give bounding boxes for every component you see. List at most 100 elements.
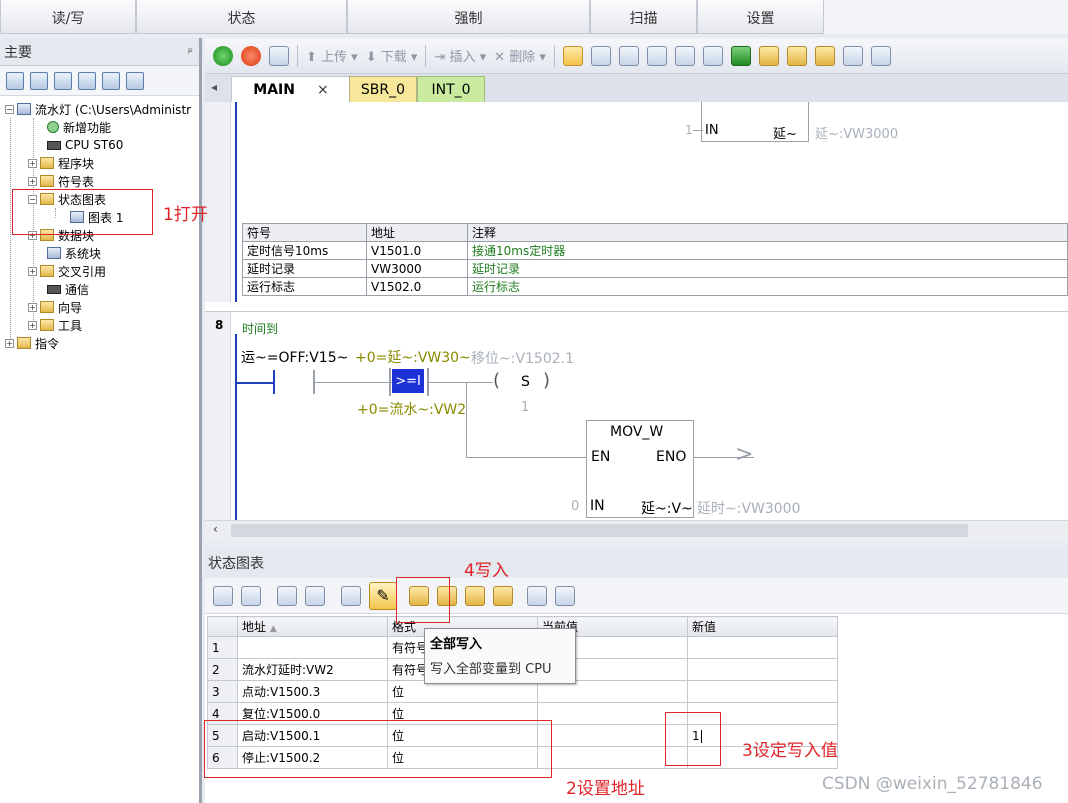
ribbon-tab-label: 读/写	[51, 11, 85, 27]
tab-sbr-0[interactable]: SBR_0	[349, 76, 417, 102]
tree-label: 符号表	[58, 174, 95, 189]
tree-item-program-blocks[interactable]: + 程序块	[28, 154, 94, 172]
coil-ref-label: 移位~:V1502.1	[471, 351, 575, 367]
line-icon[interactable]	[870, 45, 891, 66]
tab-scroll-left-icon[interactable]: ◂	[211, 80, 217, 94]
download-button[interactable]: ⬇ 下载 ▾	[366, 46, 418, 65]
tree-label: 工具	[58, 318, 83, 333]
previous-icon[interactable]	[646, 45, 667, 66]
compare-instruction[interactable]: >=I	[392, 369, 424, 393]
ribbon-tab-settings[interactable]: 设置	[697, 0, 824, 34]
close-icon[interactable]: ×	[317, 82, 329, 98]
run-icon[interactable]	[213, 45, 233, 66]
cpu-icon	[47, 140, 61, 150]
delete-button[interactable]: ✕ 删除 ▾	[494, 46, 546, 65]
lock-icon[interactable]	[758, 45, 779, 66]
download-label: 下载	[380, 50, 407, 65]
tree-root[interactable]: − 流水灯 (C:\Users\Administr	[5, 100, 191, 118]
trend-view-icon[interactable]	[527, 585, 547, 606]
unlock-all-icon[interactable]	[814, 45, 835, 66]
clear-icon[interactable]	[702, 45, 723, 66]
tree-item-cross-reference[interactable]: + 交叉引用	[28, 262, 106, 280]
network-divider	[205, 311, 1068, 312]
pin-icon[interactable]: ᵖ	[188, 45, 193, 59]
new-value-cell[interactable]	[687, 658, 838, 681]
symbol-table: 符号 地址 注释 定时信号10ms V1501.0 接通10ms定时器 延时记录…	[242, 223, 1068, 296]
compile-icon[interactable]	[269, 45, 289, 66]
coil-symbol: S	[521, 374, 530, 390]
scrollbar-thumb[interactable]	[231, 524, 968, 537]
goto-icon[interactable]	[730, 45, 751, 66]
ribbon-tab-scan[interactable]: 扫描	[590, 0, 697, 34]
tab-main[interactable]: MAIN ×	[231, 76, 351, 102]
expand-icon[interactable]: +	[28, 266, 37, 276]
collapse-icon[interactable]: −	[5, 104, 14, 114]
stop-icon[interactable]	[241, 45, 261, 66]
status-chart-toolbar: ✎	[205, 578, 1068, 614]
main-toolbar: ⬆ 上传 ▾ ⬇ 下载 ▾ ⇥ 插入 ▾ ✕ 删除 ▾	[205, 38, 1068, 74]
ribbon-tab-status[interactable]: 状态	[136, 0, 347, 34]
ribbon-tab-force[interactable]: 强制	[347, 0, 590, 34]
horizontal-scrollbar[interactable]: ‹	[205, 520, 1068, 540]
chart-status-icon[interactable]	[590, 45, 611, 66]
new-value-cell[interactable]	[687, 680, 838, 703]
ribbon-tab-read-write[interactable]: 读/写	[0, 0, 136, 34]
expand-icon[interactable]: +	[28, 176, 37, 186]
tree-item-tools[interactable]: + 工具	[28, 316, 82, 334]
insert-button[interactable]: ⇥ 插入 ▾	[434, 46, 486, 65]
watermark: CSDN @weixin_52781846	[822, 774, 1043, 794]
address-cell[interactable]: 点动:V1500.3	[237, 680, 388, 703]
unlock-icon[interactable]	[786, 45, 807, 66]
pause-icon[interactable]	[305, 585, 325, 606]
next-icon[interactable]	[674, 45, 695, 66]
expand-icon[interactable]: +	[28, 158, 37, 168]
insert-row-icon[interactable]	[213, 585, 233, 606]
delete-row-icon[interactable]	[241, 585, 261, 606]
network-icon[interactable]	[618, 45, 639, 66]
tab-int-0[interactable]: INT_0	[417, 76, 485, 102]
unforce-all-icon[interactable]	[465, 585, 485, 606]
expand-icon[interactable]: +	[28, 320, 37, 330]
properties-icon[interactable]	[102, 71, 120, 90]
comment-cell: 接通10ms定时器	[467, 241, 1068, 260]
out-label: 延~	[773, 127, 797, 142]
address-cell: V1502.0	[366, 277, 468, 296]
new-value-cell[interactable]	[687, 636, 838, 659]
tree-item-symbol-table[interactable]: + 符号表	[28, 172, 94, 190]
expand-icon[interactable]: +	[5, 338, 14, 348]
tree-item-system-block[interactable]: 系统块	[47, 244, 101, 262]
table-icon[interactable]	[30, 71, 48, 90]
annotation-box-value	[665, 712, 721, 766]
program-status-icon[interactable]	[562, 45, 583, 66]
tree-item-instructions[interactable]: + 指令	[5, 334, 59, 352]
read-forced-icon[interactable]	[493, 585, 513, 606]
tree-item-communication[interactable]: 通信	[47, 280, 89, 298]
tree-item-new-features[interactable]: 新增功能	[47, 118, 111, 136]
compare-top-label: +0=延~:VW30~	[355, 350, 471, 366]
document-icon[interactable]	[54, 71, 72, 90]
tree-label: 指令	[35, 336, 60, 351]
address-cell[interactable]: 流水灯延时:VW2	[237, 658, 388, 681]
tree-item-wizard[interactable]: + 向导	[28, 298, 82, 316]
expand-icon[interactable]: +	[28, 302, 37, 312]
address-cell[interactable]	[237, 636, 388, 659]
column-header[interactable]: 地址 ▲	[237, 616, 388, 637]
project-icon	[17, 103, 31, 115]
read-icon[interactable]	[341, 585, 361, 606]
upload-button[interactable]: ⬆ 上传 ▾	[306, 46, 358, 65]
mov-in-value: 0	[571, 499, 580, 514]
branch-icon[interactable]	[842, 45, 863, 66]
chart-status-run-icon[interactable]	[277, 585, 297, 606]
computer-icon[interactable]	[126, 71, 144, 90]
tag-icon[interactable]	[555, 585, 575, 606]
tree-label: 向导	[58, 300, 83, 315]
view-icon[interactable]	[6, 71, 24, 90]
scroll-left-icon[interactable]: ‹	[213, 522, 218, 536]
tree-item-cpu[interactable]: CPU ST60	[47, 136, 123, 154]
write-all-button[interactable]: ✎	[369, 581, 397, 610]
list-icon[interactable]	[78, 71, 96, 90]
table-header-row: 符号 地址 注释	[242, 223, 1068, 242]
table-row: 运行标志 V1502.0 运行标志	[242, 277, 1068, 296]
ladder-editor[interactable]: 1 IN 延~ 延~:VW3000 符号 地址 注释 定时信号10ms V150…	[205, 102, 1068, 540]
sort-asc-icon: ▲	[269, 624, 277, 634]
